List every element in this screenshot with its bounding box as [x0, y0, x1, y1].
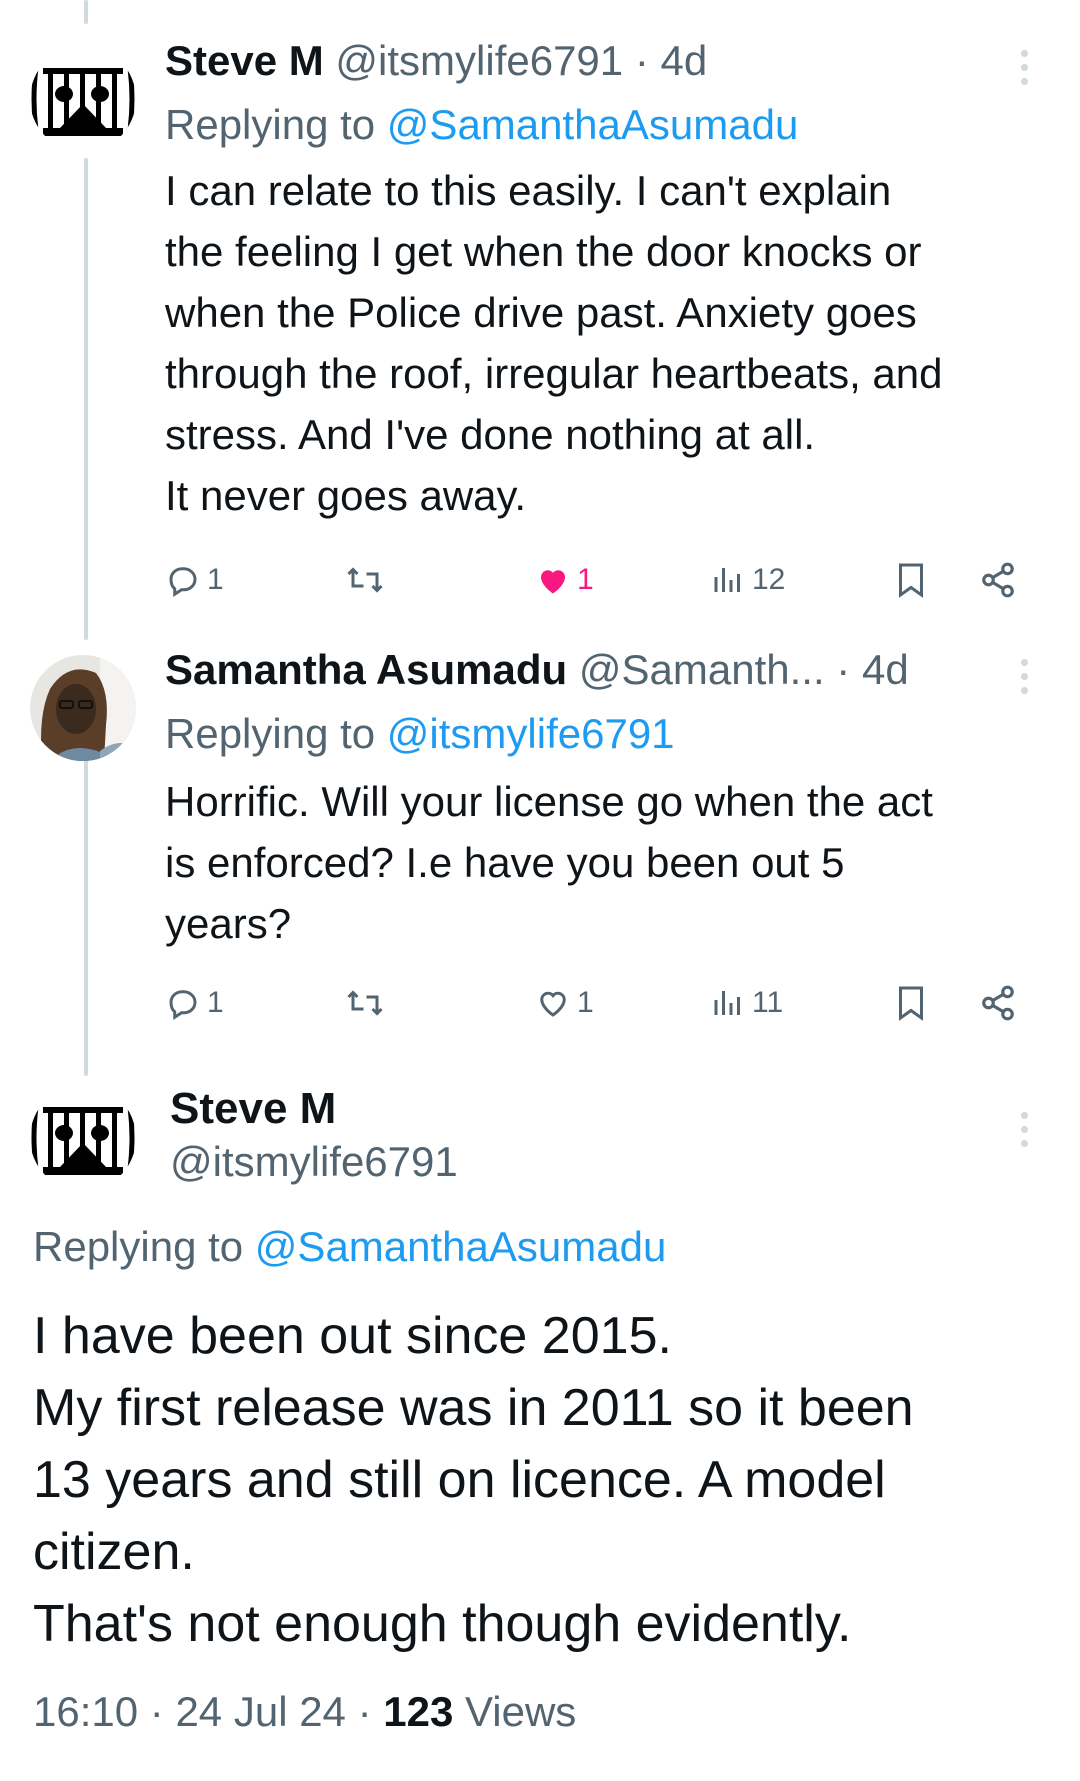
action-bar: 1 1 12 — [165, 555, 1035, 605]
post-time[interactable]: 16:10 — [33, 1688, 138, 1735]
separator: · — [357, 1688, 372, 1735]
more-icon[interactable] — [1014, 1112, 1034, 1147]
text-line: 13 years and still on licence. A model — [33, 1451, 886, 1509]
mention-link[interactable]: @SamanthaAsumadu — [255, 1223, 667, 1270]
author-name[interactable]: Steve M — [165, 37, 324, 84]
reply-icon — [169, 567, 197, 598]
text-line: Horrific. Will your license go when the … — [165, 778, 933, 825]
prison-bars-avatar — [30, 46, 136, 152]
heart-icon — [541, 570, 565, 594]
post-date[interactable]: 24 Jul 24 — [175, 1688, 345, 1735]
replying-label: Replying to — [33, 1223, 244, 1270]
more-icon[interactable] — [1014, 50, 1034, 85]
tweet-text: I have been out since 2015. My first rel… — [33, 1300, 1053, 1660]
tweet-meta: 16:10 · 24 Jul 24 · 123 Views — [33, 1686, 576, 1738]
share-icon — [982, 985, 1014, 1021]
tweet-text: Horrific. Will your license go when the … — [165, 771, 1045, 954]
retweet-icon — [347, 567, 383, 593]
mention-link[interactable]: @SamanthaAsumadu — [387, 101, 799, 148]
text-line: I have been out since 2015. — [33, 1307, 672, 1365]
avatar[interactable] — [30, 655, 136, 761]
reply-count: 1 — [207, 986, 224, 1019]
text-line: It never goes away. — [165, 472, 527, 519]
text-line: I can relate to this easily. I can't exp… — [165, 167, 892, 214]
share-icon — [982, 562, 1014, 598]
replying-label: Replying to — [165, 710, 376, 757]
text-line: when the Police drive past. Anxiety goes — [165, 289, 917, 336]
author-name[interactable]: Steve M — [170, 1082, 336, 1136]
views-button[interactable]: 11 — [710, 978, 783, 1028]
replying-label: Replying to — [165, 101, 376, 148]
tweet-header: Steve M @itsmylife6791 · 4d — [165, 36, 707, 86]
like-button[interactable]: 1 — [535, 978, 594, 1028]
replying-to: Replying to @SamanthaAsumadu — [33, 1222, 666, 1272]
separator: · — [836, 646, 851, 693]
views-total: 123 — [383, 1688, 454, 1735]
text-line: through the roof, irregular heartbeats, … — [165, 350, 943, 397]
author-name[interactable]: Samantha Asumadu — [165, 646, 567, 693]
bookmark-button[interactable] — [893, 555, 929, 605]
text-line: the feeling I get when the door knocks o… — [165, 228, 922, 275]
thread-line-1 — [84, 158, 88, 640]
like-button[interactable]: 1 — [535, 555, 594, 605]
text-line: is enforced? I.e have you been out 5 — [165, 839, 845, 886]
tweet-text: I can relate to this easily. I can't exp… — [165, 160, 1045, 526]
avatar[interactable] — [30, 46, 136, 152]
reply-icon — [169, 990, 197, 1021]
views-button[interactable]: 12 — [710, 555, 785, 605]
views-icon — [714, 991, 740, 1015]
text-line: stress. And I've done nothing at all. — [165, 411, 816, 458]
separator: · — [149, 1688, 164, 1735]
author-handle[interactable]: @itsmylife6791 — [170, 1136, 458, 1188]
timestamp[interactable]: 4d — [862, 646, 909, 693]
author-handle[interactable]: @Samanth... — [579, 646, 825, 693]
reply-button[interactable]: 1 — [165, 555, 224, 605]
separator: · — [634, 37, 649, 84]
bookmark-button[interactable] — [893, 978, 929, 1028]
text-line: That's not enough though evidently. — [33, 1595, 852, 1653]
bookmark-icon — [899, 986, 923, 1021]
tweet-header: Samantha Asumadu @Samanth... · 4d — [165, 645, 909, 695]
retweet-button[interactable] — [345, 978, 385, 1028]
reply-button[interactable]: 1 — [165, 978, 224, 1028]
views-count: 12 — [752, 563, 786, 596]
like-count: 1 — [577, 563, 594, 596]
timestamp[interactable]: 4d — [661, 37, 708, 84]
like-count: 1 — [577, 986, 594, 1019]
heart-icon — [540, 991, 566, 1017]
replying-to: Replying to @itsmylife6791 — [165, 709, 675, 759]
views-count: 11 — [752, 986, 784, 1019]
more-icon[interactable] — [1014, 659, 1034, 694]
share-button[interactable] — [979, 978, 1017, 1028]
action-bar: 1 1 11 — [165, 978, 1035, 1028]
text-line: years? — [165, 900, 292, 947]
views-label: Views — [465, 1688, 577, 1735]
avatar[interactable] — [30, 1085, 136, 1191]
bookmark-icon — [899, 563, 923, 598]
text-line: citizen. — [33, 1523, 195, 1581]
profile-photo-avatar — [30, 655, 136, 761]
retweet-button[interactable] — [345, 555, 385, 605]
thread-line-2 — [84, 758, 88, 1076]
retweet-icon — [347, 990, 383, 1016]
author-handle[interactable]: @itsmylife6791 — [335, 37, 623, 84]
text-line: My first release was in 2011 so it been — [33, 1379, 914, 1437]
mention-link[interactable]: @itsmylife6791 — [387, 710, 675, 757]
thread-line-top — [84, 0, 88, 24]
prison-bars-avatar — [30, 1085, 136, 1191]
reply-count: 1 — [207, 563, 224, 596]
share-button[interactable] — [979, 555, 1017, 605]
replying-to: Replying to @SamanthaAsumadu — [165, 100, 798, 150]
views-icon — [714, 568, 740, 592]
